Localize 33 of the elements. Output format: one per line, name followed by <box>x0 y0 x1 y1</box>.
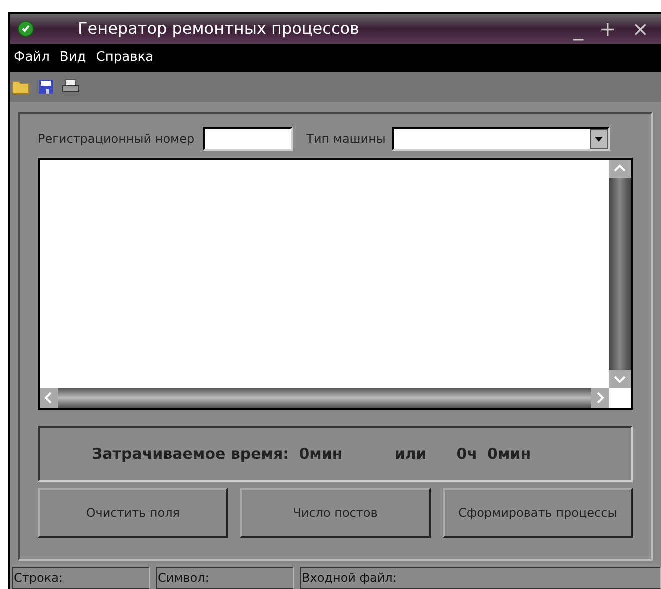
close-button[interactable]: × <box>632 19 649 39</box>
scroll-down-icon[interactable] <box>609 370 631 388</box>
printer-icon[interactable] <box>62 79 80 95</box>
caret-icon <box>590 129 608 149</box>
scroll-right-icon[interactable] <box>591 388 609 408</box>
time-minutes: 0мин <box>299 444 343 465</box>
scroll-up-icon[interactable] <box>609 160 631 178</box>
horizontal-scrollbar[interactable] <box>40 388 609 408</box>
or-label: или <box>394 444 427 465</box>
minimize-button[interactable]: _ <box>573 19 584 39</box>
machine-type-dropdown[interactable] <box>392 127 610 151</box>
field-label: Регистрационный номер <box>38 131 195 148</box>
action-button[interactable]: Сформировать процессы <box>442 488 633 538</box>
status-field: Символ: <box>156 567 294 589</box>
menu-item[interactable]: Вид <box>60 48 86 68</box>
time-hours: 0ч <box>456 444 478 465</box>
scroll-left-icon[interactable] <box>40 388 58 408</box>
menu-item[interactable]: Справка <box>96 48 154 68</box>
menu-item[interactable]: Файл <box>14 48 50 68</box>
folder-icon[interactable] <box>12 79 30 95</box>
check-icon <box>18 21 34 37</box>
maximize-button[interactable]: + <box>599 19 616 39</box>
status-field: Строка: <box>12 567 150 589</box>
registration-number-field[interactable] <box>202 127 293 151</box>
status-field: Входной файл: <box>300 567 661 589</box>
action-button[interactable]: Очистить поля <box>38 488 228 538</box>
vertical-scrollbar[interactable] <box>609 160 631 388</box>
time-minutes: 0мин <box>488 444 532 465</box>
text-area[interactable] <box>38 158 633 410</box>
action-button[interactable]: Число постов <box>240 488 431 538</box>
field-label: Тип машины <box>306 131 386 148</box>
time-label: Затрачиваемое время: <box>92 444 290 465</box>
window-title: Генератор ремонтных процессов <box>78 18 360 40</box>
